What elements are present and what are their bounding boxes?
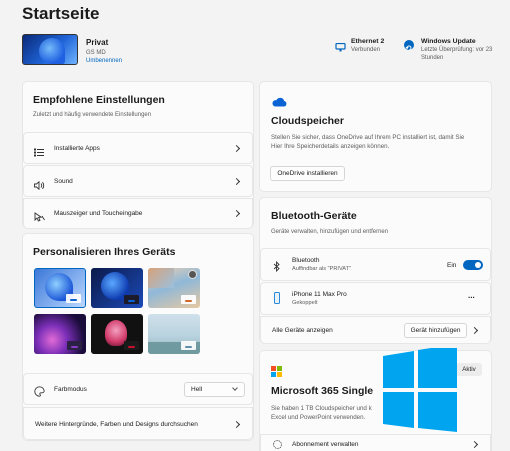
windows-logo-watermark <box>381 344 458 432</box>
color-mode-value: Hell <box>191 386 203 393</box>
profile-name: Privat <box>86 38 109 47</box>
cloud-text-line2: Hier Ihre Speicherdetails anzeigen könne… <box>271 143 390 150</box>
recommended-title: Empfohlene Einstellungen <box>33 94 165 106</box>
page-title: Startseite <box>22 4 100 23</box>
gear-icon <box>273 440 282 449</box>
bluetooth-state: Ein <box>447 262 457 269</box>
manage-subscription-link: Abonnement verwalten <box>292 441 359 448</box>
phone-icon <box>274 292 280 304</box>
camera-icon <box>188 270 197 279</box>
theme-thumbnail-3[interactable] <box>148 268 200 308</box>
microsoft-logo-icon <box>271 364 282 377</box>
recommended-item-sound[interactable]: Sound <box>23 165 253 197</box>
bluetooth-card: Bluetooth-Geräte Geräte verwalten, hinzu… <box>259 197 492 344</box>
add-device-button[interactable]: Gerät hinzufügen <box>404 323 467 338</box>
bluetooth-toggle[interactable] <box>463 260 483 270</box>
bluetooth-footer-row: Alle Geräte anzeigen Gerät hinzufügen <box>260 316 491 344</box>
m365-title: Microsoft 365 Single <box>271 385 374 397</box>
recommended-item-installed-apps[interactable]: Installierte Apps <box>23 132 253 164</box>
color-mode-label: Farbmodus <box>54 386 87 393</box>
chevron-right-icon <box>232 177 241 186</box>
theme-thumbnail-2[interactable] <box>91 268 143 308</box>
bluetooth-discoverable: Auffindbar als "PRIVAT" <box>292 266 352 272</box>
recommended-subtitle: Zuletzt und häufig verwendete Einstellun… <box>33 112 152 118</box>
ethernet-icon <box>335 39 346 52</box>
windows-update-icon <box>404 40 414 51</box>
browse-themes-link: Weitere Hintergründe, Farben und Designs… <box>35 421 198 428</box>
palette-icon <box>34 384 45 397</box>
mouse-pointer-icon <box>34 209 45 222</box>
theme-thumbnail-6[interactable] <box>148 314 200 354</box>
bluetooth-title: Bluetooth-Geräte <box>271 210 357 222</box>
more-options-icon[interactable]: ... <box>468 291 475 300</box>
recommended-item-mouse-touch[interactable]: Mauszeiger und Toucheingabe <box>23 198 253 229</box>
speaker-icon <box>34 177 45 191</box>
color-mode-row: Farbmodus Hell <box>23 373 253 405</box>
browse-themes-row[interactable]: Weitere Hintergründe, Farben und Designs… <box>23 407 253 440</box>
windows-update-status-line2: Stunden <box>421 55 444 61</box>
cloud-text-line1: Stellen Sie sicher, dass OneDrive auf Ih… <box>271 134 465 141</box>
chevron-right-icon <box>232 420 241 429</box>
apps-list-icon <box>34 144 44 157</box>
recommended-item-label: Installierte Apps <box>54 145 100 152</box>
recommended-settings-card: Empfohlene Einstellungen Zuletzt und häu… <box>22 81 254 229</box>
chevron-down-icon <box>232 385 238 391</box>
chevron-right-icon <box>232 209 241 218</box>
m365-text-line2: Excel und PowerPoint verwenden. <box>271 414 366 421</box>
ethernet-status: Verbunden <box>351 47 381 53</box>
bluetooth-icon <box>273 259 280 273</box>
windows-update-title: Windows Update <box>421 38 476 45</box>
bluetooth-device-row[interactable]: iPhone 11 Max Pro Gekoppelt ... <box>260 282 491 315</box>
theme-thumbnail-1[interactable] <box>34 268 86 308</box>
bluetooth-subtitle: Geräte verwalten, hinzufügen und entfern… <box>271 229 389 235</box>
device-name: iPhone 11 Max Pro <box>292 291 347 298</box>
onedrive-cloud-icon <box>271 94 287 107</box>
device-name: GS MD <box>86 50 106 56</box>
ethernet-title: Ethernet 2 <box>351 38 385 45</box>
m365-text-line1: Sie haben 1 TB Cloudspeicher und k <box>271 405 372 412</box>
m365-status-badge: Aktiv <box>456 363 482 376</box>
recommended-item-label: Mauszeiger und Toucheingabe <box>54 210 143 217</box>
device-thumbnail[interactable] <box>22 34 78 65</box>
cloud-title: Cloudspeicher <box>271 115 344 127</box>
bluetooth-label: Bluetooth <box>292 257 320 264</box>
device-status: Gekoppelt <box>292 300 318 306</box>
personalize-card: Personalisieren Ihres Geräts Farbmodus H… <box>22 233 254 441</box>
show-all-devices-link[interactable]: Alle Geräte anzeigen <box>272 327 333 334</box>
windows-update-status-line1: Letzte Überprüfung: vor 23 <box>421 47 493 53</box>
recommended-item-label: Sound <box>54 178 73 185</box>
color-mode-select[interactable]: Hell <box>184 382 245 397</box>
install-onedrive-button[interactable]: OneDrive installieren <box>270 166 345 181</box>
cloud-storage-card: Cloudspeicher Stellen Sie sicher, dass O… <box>259 81 492 192</box>
bluetooth-toggle-row: Bluetooth Auffindbar als "PRIVAT" Ein <box>260 248 491 281</box>
theme-thumbnail-5[interactable] <box>91 314 143 354</box>
rename-link[interactable]: Umbenennen <box>86 58 122 64</box>
manage-subscription-row[interactable]: Abonnement verwalten <box>260 434 491 451</box>
theme-thumbnail-4[interactable] <box>34 314 86 354</box>
personalize-title: Personalisieren Ihres Geräts <box>33 246 176 258</box>
chevron-right-icon <box>232 144 241 153</box>
chevron-right-icon <box>470 326 479 335</box>
chevron-right-icon <box>470 440 479 449</box>
